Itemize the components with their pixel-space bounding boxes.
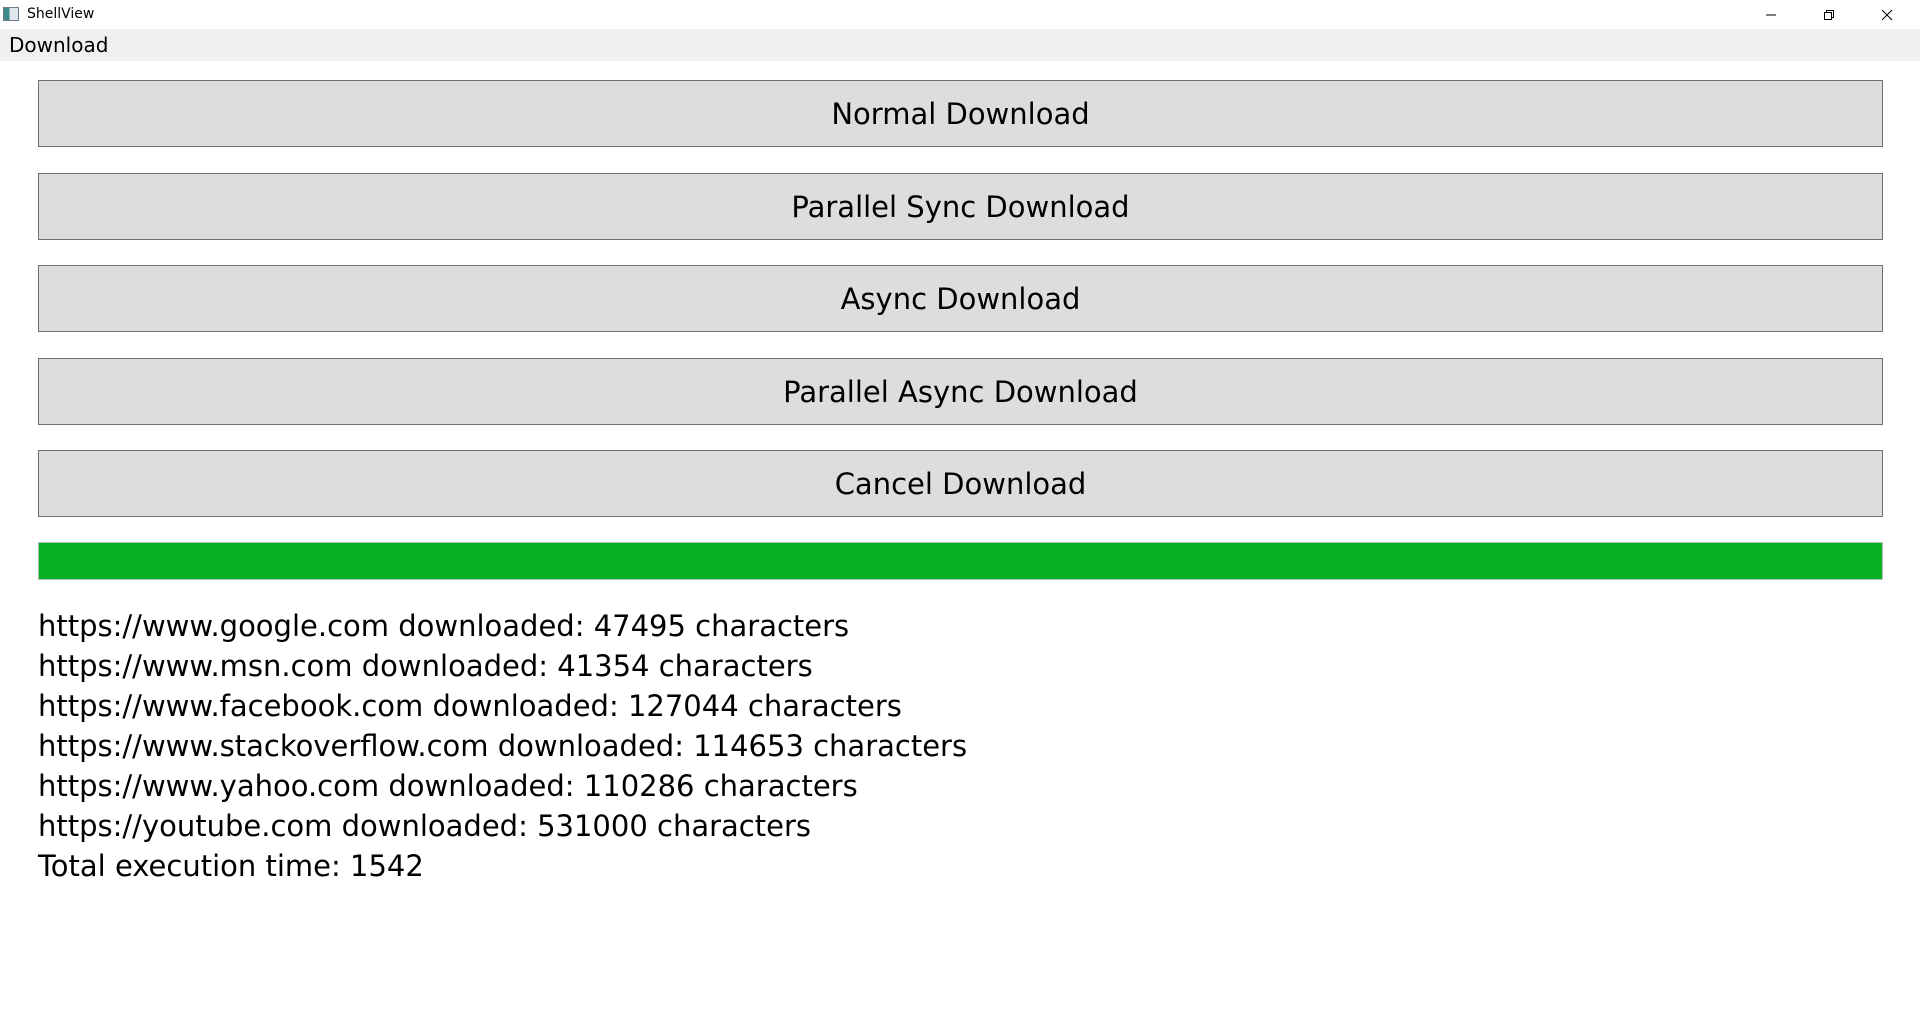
log-line: https://www.msn.com downloaded: 41354 ch… bbox=[38, 649, 813, 683]
minimize-icon bbox=[1766, 14, 1776, 15]
log-line: https://www.stackoverflow.com downloaded… bbox=[38, 729, 968, 763]
async-download-button[interactable]: Async Download bbox=[38, 265, 1883, 332]
normal-download-button[interactable]: Normal Download bbox=[38, 80, 1883, 147]
log-line: https://www.google.com downloaded: 47495… bbox=[38, 609, 850, 643]
progress-bar-fill bbox=[39, 543, 1882, 579]
minimize-button[interactable] bbox=[1742, 0, 1800, 29]
parallel-async-download-button[interactable]: Parallel Async Download bbox=[38, 358, 1883, 425]
cancel-download-button[interactable]: Cancel Download bbox=[38, 450, 1883, 517]
log-line: https://youtube.com downloaded: 531000 c… bbox=[38, 809, 811, 843]
download-log: https://www.google.com downloaded: 47495… bbox=[38, 606, 1883, 886]
close-icon bbox=[1881, 9, 1893, 20]
download-progress-bar bbox=[38, 542, 1883, 580]
log-line: https://www.yahoo.com downloaded: 110286… bbox=[38, 769, 858, 803]
close-button[interactable] bbox=[1858, 0, 1916, 29]
total-execution-time: Total execution time: 1542 bbox=[38, 849, 424, 883]
restore-icon bbox=[1824, 9, 1834, 20]
app-window-icon bbox=[3, 7, 19, 21]
parallel-sync-download-button[interactable]: Parallel Sync Download bbox=[38, 173, 1883, 240]
title-bar: ShellView bbox=[0, 0, 1920, 29]
menu-bar: Download bbox=[0, 29, 1920, 61]
restore-button[interactable] bbox=[1800, 0, 1858, 29]
log-line: https://www.facebook.com downloaded: 127… bbox=[38, 689, 902, 723]
window-title: ShellView bbox=[27, 6, 95, 22]
menu-item-download[interactable]: Download bbox=[2, 29, 115, 61]
